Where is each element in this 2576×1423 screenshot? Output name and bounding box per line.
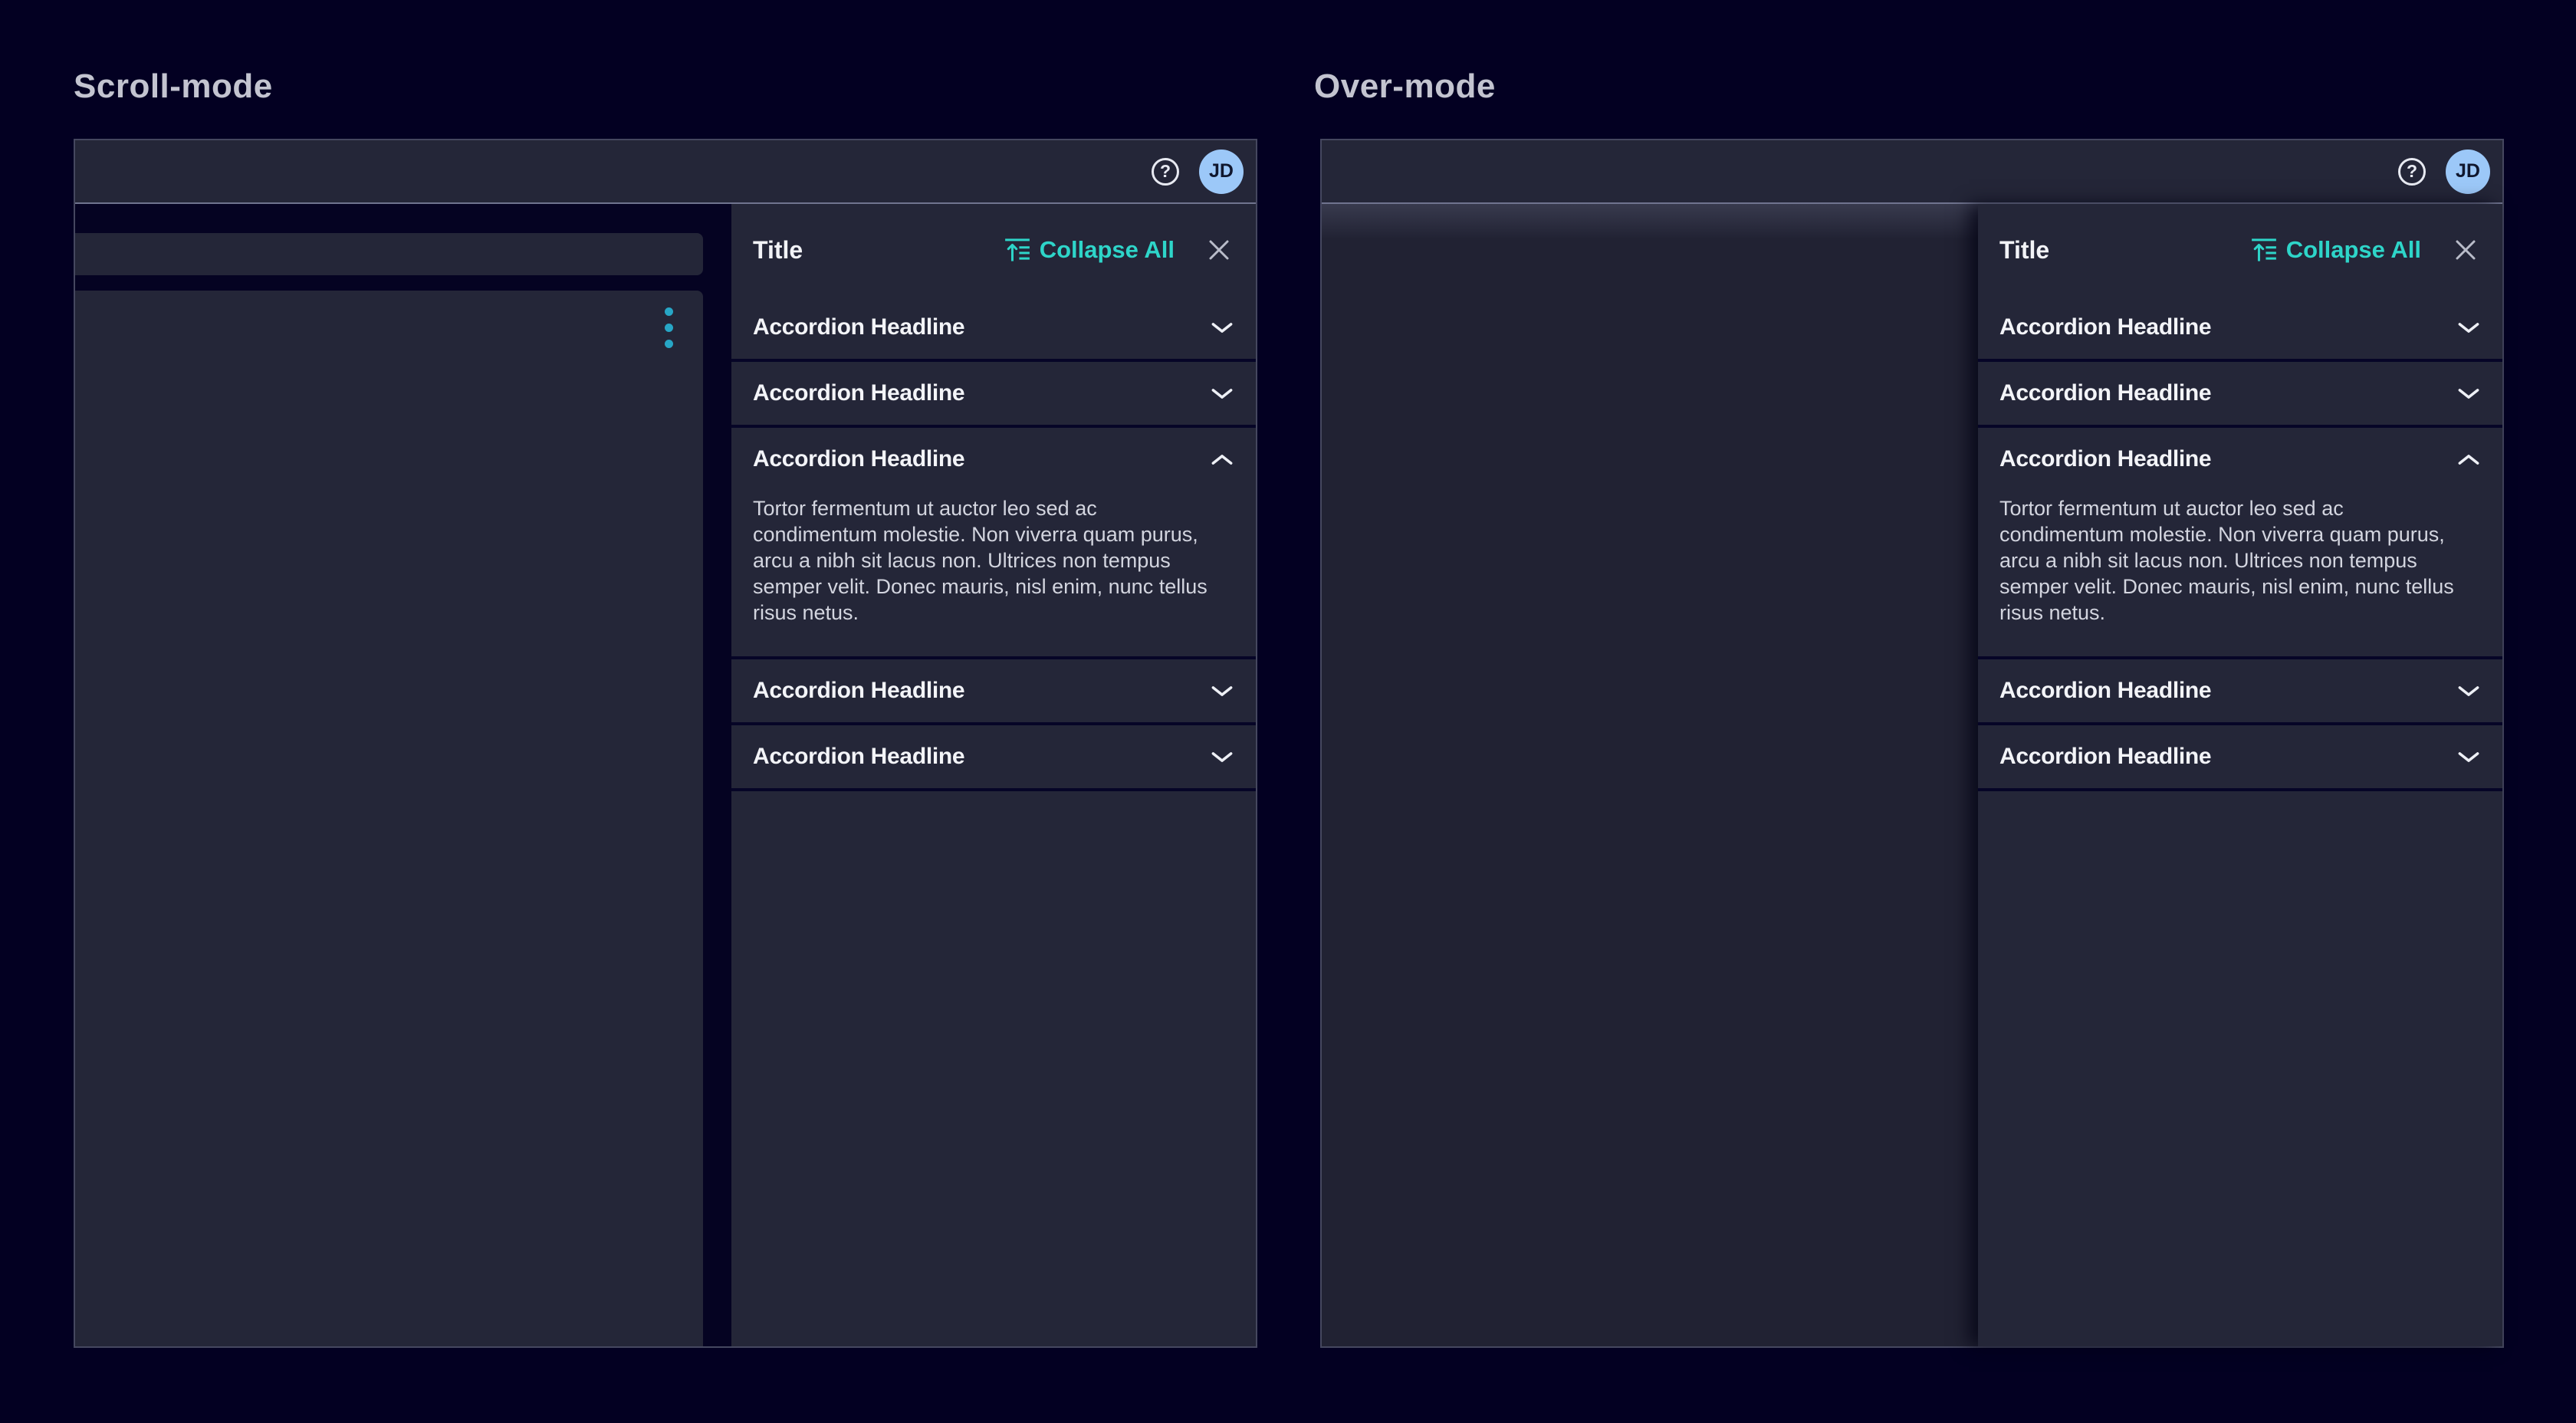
accordion-item: Accordion Headline (1978, 296, 2502, 362)
accordion-headline: Accordion Headline (1999, 380, 2211, 406)
collapse-all-label: Collapse All (2286, 236, 2421, 264)
content-area (75, 204, 731, 1346)
collapse-all-icon (2251, 238, 2277, 262)
accordion-header[interactable]: Accordion Headline (731, 362, 1256, 425)
section-label-scroll-mode: Scroll-mode (74, 67, 273, 106)
accordion-headline: Accordion Headline (753, 744, 964, 770)
accordion-headline: Accordion Headline (753, 380, 964, 406)
accordion-item-expanded: Accordion Headline Tortor fermentum ut a… (1978, 428, 2502, 659)
accordion-item: Accordion Headline (731, 362, 1256, 428)
app-window-scroll-mode: ? JD Title (74, 139, 1257, 1348)
panel-header: Title Collapse All (1978, 204, 2502, 296)
accordion-header[interactable]: Accordion Headline (1978, 725, 2502, 788)
collapse-all-icon (1004, 238, 1030, 262)
accordion-headline: Accordion Headline (1999, 744, 2211, 770)
content-card (75, 291, 703, 1346)
accordion-header[interactable]: Accordion Headline (731, 725, 1256, 788)
accordion-headline: Accordion Headline (1999, 314, 2211, 340)
accordion-headline: Accordion Headline (753, 314, 964, 340)
chevron-down-icon (1211, 388, 1233, 399)
accordion-header[interactable]: Accordion Headline (1978, 296, 2502, 359)
close-icon[interactable] (1205, 236, 1233, 264)
accordion-headline: Accordion Headline (753, 678, 964, 704)
accordion-item: Accordion Headline (731, 725, 1256, 791)
accordion-header[interactable]: Accordion Headline (731, 659, 1256, 722)
avatar[interactable]: JD (2446, 150, 2490, 194)
chevron-down-icon (2458, 751, 2479, 763)
accordion-header[interactable]: Accordion Headline (731, 428, 1256, 491)
close-icon[interactable] (2452, 236, 2479, 264)
chevron-up-icon (2458, 454, 2479, 465)
accordion-item-expanded: Accordion Headline Tortor fermentum ut a… (731, 428, 1256, 659)
chevron-down-icon (2458, 388, 2479, 399)
kebab-menu-icon[interactable] (665, 307, 674, 356)
accordion-item: Accordion Headline (731, 296, 1256, 362)
help-icon[interactable]: ? (1152, 158, 1179, 186)
side-panel-over-mode: Title Collapse All (1978, 204, 2502, 1346)
app-header: ? JD (75, 140, 1256, 204)
chevron-down-icon (2458, 322, 2479, 334)
collapse-all-label: Collapse All (1040, 236, 1175, 264)
accordion-header[interactable]: Accordion Headline (731, 296, 1256, 359)
panel-title: Title (753, 236, 803, 265)
accordion-item: Accordion Headline (731, 659, 1256, 725)
accordion-headline: Accordion Headline (1999, 446, 2211, 472)
accordion-item: Accordion Headline (1978, 659, 2502, 725)
accordion-item: Accordion Headline (1978, 725, 2502, 791)
section-label-over-mode: Over-mode (1314, 67, 1496, 106)
accordion-header[interactable]: Accordion Headline (1978, 362, 2502, 425)
accordion-body-text: Tortor fermentum ut auctor leo sed ac co… (1978, 491, 2484, 656)
accordion-body-text: Tortor fermentum ut auctor leo sed ac co… (731, 491, 1237, 656)
chevron-down-icon (1211, 322, 1233, 334)
collapse-all-button[interactable]: Collapse All (1004, 236, 1175, 264)
avatar[interactable]: JD (1199, 150, 1244, 194)
collapse-all-button[interactable]: Collapse All (2251, 236, 2421, 264)
chevron-down-icon (1211, 751, 1233, 763)
content-placeholder-bar (75, 233, 703, 275)
accordion-header[interactable]: Accordion Headline (1978, 428, 2502, 491)
panel-header: Title Collapse All (731, 204, 1256, 296)
chevron-down-icon (2458, 685, 2479, 697)
chevron-down-icon (1211, 685, 1233, 697)
accordion-headline: Accordion Headline (753, 446, 964, 472)
accordion-header[interactable]: Accordion Headline (1978, 659, 2502, 722)
chevron-up-icon (1211, 454, 1233, 465)
accordion-headline: Accordion Headline (1999, 678, 2211, 704)
panel-title: Title (1999, 236, 2049, 265)
side-panel-scroll-mode: Title Collapse All (731, 204, 1256, 1346)
app-window-over-mode: ? JD Title Collapse All (1320, 139, 2504, 1348)
accordion-item: Accordion Headline (1978, 362, 2502, 428)
app-header: ? JD (1322, 140, 2502, 204)
help-icon[interactable]: ? (2398, 158, 2426, 186)
